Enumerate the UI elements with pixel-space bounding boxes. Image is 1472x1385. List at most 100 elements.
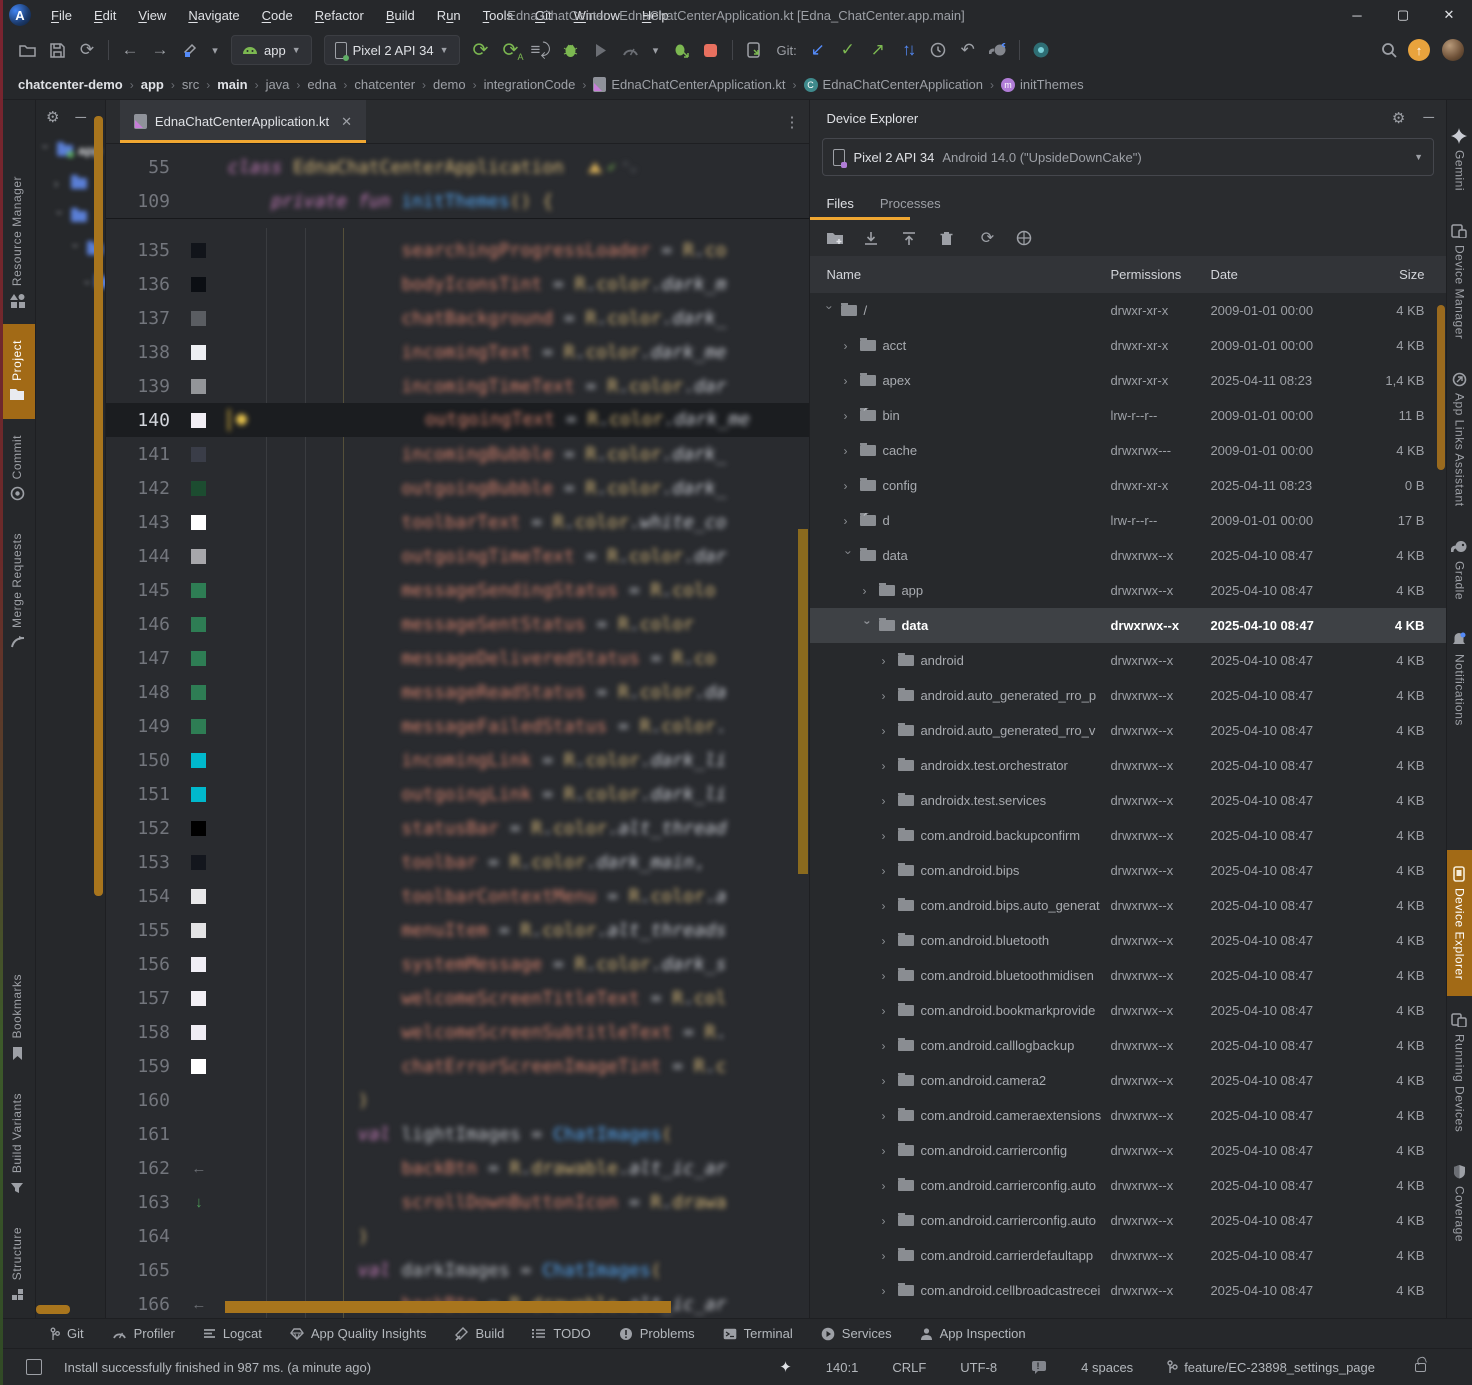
tab-processes[interactable]: Processes (880, 196, 941, 211)
device-mirror-icon[interactable] (740, 36, 768, 64)
code-line[interactable]: 155 menuItem = R.color.alt_threads (106, 913, 810, 947)
tool-window-button-profiler[interactable]: Profiler (102, 1323, 185, 1344)
tool-stripe-button-merge-requests[interactable]: Merge Requests (0, 517, 35, 666)
git-update-icon[interactable]: ↙ (804, 36, 832, 64)
code-line[interactable]: 139 incomingTimeText = R.color.dar (106, 369, 810, 403)
device-selector-dropdown[interactable]: Pixel 2 API 34 Android 14.0 ("UpsideDown… (822, 138, 1434, 176)
tree-chevron-icon[interactable]: › (881, 1074, 892, 1088)
tree-chevron-icon[interactable]: › (843, 444, 854, 458)
code-line[interactable]: 142 outgoingBubble = R.color.dark_ (106, 471, 810, 505)
tree-chevron-icon[interactable]: › (881, 654, 892, 668)
tool-window-button-services[interactable]: Services (811, 1323, 902, 1344)
build-hammer-icon[interactable] (176, 36, 204, 64)
tree-chevron-icon[interactable]: › (862, 584, 873, 598)
line-separator[interactable]: CRLF (892, 1360, 926, 1375)
editor-vertical-scrollbar[interactable] (798, 529, 808, 874)
menu-item-view[interactable]: View (128, 4, 176, 27)
git-sync-icon[interactable]: ↑↓ (894, 36, 922, 64)
table-row[interactable]: ›cachedrwxrwx---2009-01-01 00:004 KB (810, 433, 1446, 468)
table-row[interactable]: ›com.android.bookmarkprovidedrwxrwx--x20… (810, 993, 1446, 1028)
tool-stripe-button-device-explorer[interactable]: Device Explorer (1447, 850, 1472, 996)
apply-code-changes-icon[interactable]: ≡⤸ (527, 36, 555, 64)
table-row[interactable]: ›/drwxr-xr-x2009-01-01 00:004 KB (810, 293, 1446, 328)
column-header-date[interactable]: Date (1210, 267, 1362, 282)
color-preview-swatch[interactable] (191, 481, 206, 496)
table-row[interactable]: ›com.android.bluetoothmidisendrwxrwx--x2… (810, 958, 1446, 993)
stop-icon[interactable] (697, 36, 725, 64)
tool-stripe-button-gemini[interactable]: Gemini (1447, 112, 1472, 207)
open-location-icon[interactable] (1016, 230, 1034, 246)
code-line[interactable]: 135 searchingProgressLoader = R.co (106, 233, 810, 267)
color-preview-swatch[interactable] (191, 855, 206, 870)
tree-chevron-icon[interactable]: › (881, 829, 892, 843)
apply-changes-icon[interactable]: ⟳A (497, 36, 525, 64)
code-line[interactable]: 150 incomingLink = R.color.dark_li (106, 743, 810, 777)
tree-chevron-icon[interactable]: › (52, 211, 67, 223)
tree-chevron-icon[interactable]: › (842, 550, 856, 561)
save-icon[interactable] (43, 36, 71, 64)
lock-icon[interactable] (1415, 1363, 1426, 1372)
tree-chevron-icon[interactable]: › (881, 759, 892, 773)
tree-chevron-icon[interactable]: › (843, 374, 854, 388)
tool-window-button-git[interactable]: Git (40, 1323, 94, 1344)
breadcrumb-item[interactable]: integrationCode (484, 77, 576, 92)
project-vertical-scrollbar[interactable] (94, 116, 103, 896)
close-button[interactable]: ✕ (1426, 0, 1472, 30)
tree-chevron-icon[interactable]: › (823, 305, 837, 316)
tool-window-button-build[interactable]: Build (444, 1323, 514, 1344)
tree-chevron-icon[interactable]: › (843, 339, 854, 353)
color-preview-swatch[interactable] (191, 787, 206, 802)
table-header-row[interactable]: Name Permissions Date Size (810, 256, 1446, 293)
menu-item-code[interactable]: Code (252, 4, 303, 27)
table-row[interactable]: ›acctdrwxr-xr-x2009-01-01 00:004 KB (810, 328, 1446, 363)
table-row[interactable]: ›com.android.cellbroadcastreceidrwxrwx--… (810, 1273, 1446, 1308)
table-row[interactable]: ›appdrwxrwx--x2025-04-10 08:474 KB (810, 573, 1446, 608)
sticky-code-line[interactable]: 55class EdnaChatCenterApplication✔⌃⌄ (106, 150, 810, 184)
tree-chevron-icon[interactable]: › (881, 1179, 892, 1193)
tree-chevron-icon[interactable]: › (881, 934, 892, 948)
code-line[interactable]: 136 bodyIconsTint = R.color.dark_m (106, 267, 810, 301)
table-row[interactable]: ›com.android.backupconfirmdrwxrwx--x2025… (810, 818, 1446, 853)
profiler-dropdown-chevron-icon[interactable]: ▾ (647, 36, 665, 64)
table-row[interactable]: ›androidx.test.servicesdrwxrwx--x2025-04… (810, 783, 1446, 818)
breadcrumb-item[interactable]: chatcenter-demo (18, 77, 123, 92)
code-line[interactable]: 162← backBtn = R.drawable.alt_ic_ar (106, 1151, 810, 1185)
code-line[interactable]: 158 welcomeScreenSubtitleText = R. (106, 1015, 810, 1049)
new-folder-icon[interactable] (826, 231, 844, 245)
tool-window-button-logcat[interactable]: Logcat (193, 1323, 272, 1344)
breadcrumb-item[interactable]: app (141, 77, 164, 92)
color-preview-swatch[interactable] (191, 447, 206, 462)
maximize-button[interactable]: ▢ (1380, 0, 1426, 30)
caret-position[interactable]: 140:1 (826, 1360, 859, 1375)
table-row[interactable]: ›configdrwxr-xr-x2025-04-11 08:230 B (810, 468, 1446, 503)
color-preview-swatch[interactable] (191, 651, 206, 666)
color-preview-swatch[interactable] (191, 889, 206, 904)
tree-chevron-icon[interactable]: › (881, 1039, 892, 1053)
code-line[interactable]: 163↓ scrollDownButtonIcon = R.drawa (106, 1185, 810, 1219)
color-preview-swatch[interactable] (191, 549, 206, 564)
color-preview-swatch[interactable] (191, 345, 206, 360)
tree-chevron-icon[interactable]: › (38, 145, 53, 157)
tool-stripe-button-build-variants[interactable]: Build Variants (0, 1077, 35, 1211)
run-with-coverage-icon[interactable] (587, 36, 615, 64)
color-preview-swatch[interactable] (191, 1025, 206, 1040)
tool-window-button-app-inspection[interactable]: App Inspection (910, 1323, 1036, 1344)
tree-chevron-icon[interactable]: › (68, 244, 83, 256)
close-tab-icon[interactable]: ✕ (341, 114, 352, 130)
tree-chevron-icon[interactable]: › (843, 409, 854, 423)
code-line[interactable]: 140 outgoingText = R.color.dark_me (106, 403, 810, 437)
gradle-sync-icon[interactable] (984, 36, 1012, 64)
code-line[interactable]: 156 systemMessage = R.color.dark_s (106, 947, 810, 981)
color-preview-swatch[interactable] (191, 1059, 206, 1074)
hide-panel-icon[interactable]: ─ (75, 109, 86, 126)
table-row[interactable]: ›com.android.carrierdefaultappdrwxrwx--x… (810, 1238, 1446, 1273)
download-file-icon[interactable] (864, 231, 882, 246)
git-branch-widget[interactable]: feature/EC-23898_settings_page (1167, 1360, 1375, 1375)
menu-item-build[interactable]: Build (376, 4, 425, 27)
table-row[interactable]: ›com.android.bips.auto_generatdrwxrwx--x… (810, 888, 1446, 923)
color-preview-swatch[interactable] (191, 923, 206, 938)
table-row[interactable]: ›android.auto_generated_rro_pdrwxrwx--x2… (810, 678, 1446, 713)
refresh-icon[interactable]: ⟳ (978, 228, 996, 248)
color-preview-swatch[interactable] (191, 617, 206, 632)
forward-icon[interactable]: → (146, 36, 174, 64)
